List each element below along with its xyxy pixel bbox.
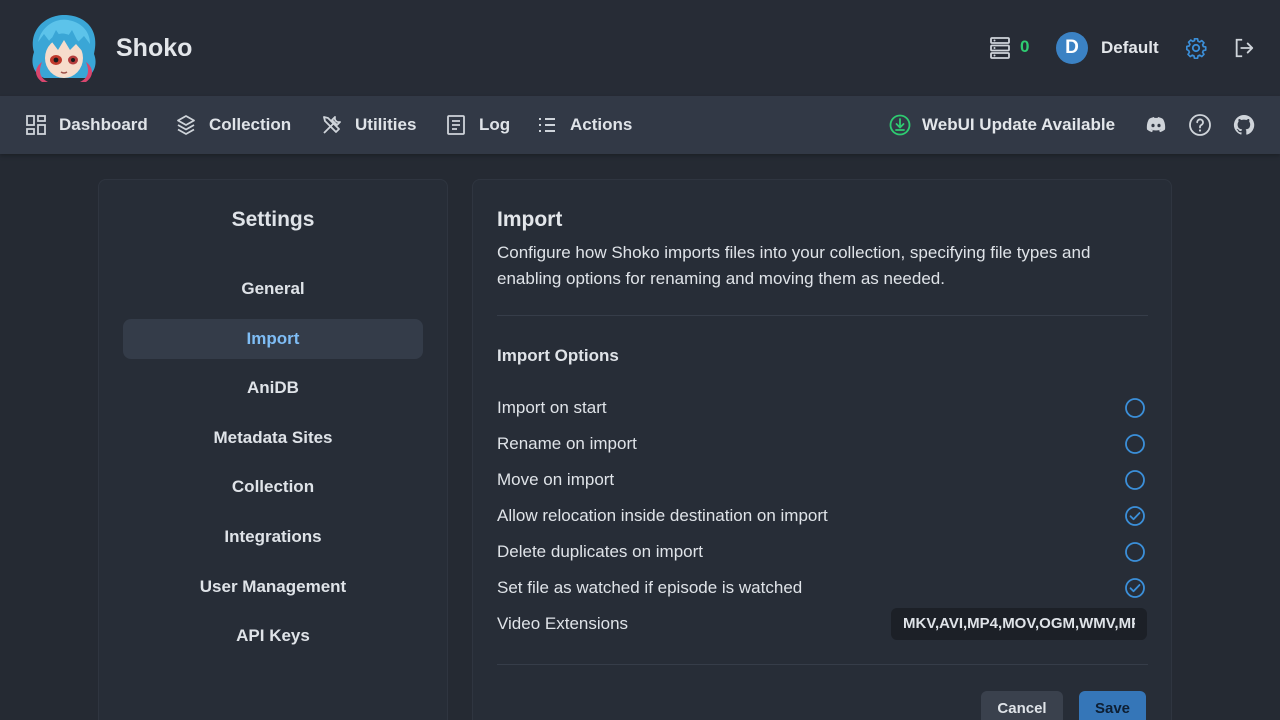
sidebar-title: Settings bbox=[231, 208, 315, 231]
dashboard-icon bbox=[26, 115, 46, 135]
settings-sidebar: Settings General Import AniDB Metadata S… bbox=[98, 179, 448, 720]
cancel-button[interactable]: Cancel bbox=[981, 691, 1063, 720]
sidebar-item-import[interactable]: Import bbox=[123, 319, 423, 359]
list-icon bbox=[539, 118, 555, 132]
nav-dashboard[interactable]: Dashboard bbox=[25, 96, 148, 154]
avatar[interactable]: D bbox=[1056, 32, 1088, 64]
shoko-logo[interactable] bbox=[24, 12, 104, 84]
option-label: Import on start bbox=[497, 398, 607, 417]
nav-label: Actions bbox=[570, 115, 633, 134]
logout-icon[interactable] bbox=[1233, 37, 1255, 59]
save-button[interactable]: Save bbox=[1079, 691, 1146, 720]
nav-collection[interactable]: Collection bbox=[175, 96, 291, 154]
section-title: Import Options bbox=[497, 346, 619, 365]
nav-label: Utilities bbox=[355, 115, 417, 134]
update-label: WebUI Update Available bbox=[922, 115, 1116, 134]
divider bbox=[497, 664, 1148, 665]
sidebar-item-anidb[interactable]: AniDB bbox=[123, 368, 423, 408]
discord-icon[interactable] bbox=[1144, 113, 1168, 137]
option-label: Rename on import bbox=[497, 434, 637, 453]
webui-update-link[interactable]: WebUI Update Available bbox=[889, 96, 1115, 154]
nav-label: Dashboard bbox=[59, 115, 148, 134]
nav-label: Log bbox=[479, 115, 511, 134]
nav-utilities[interactable]: Utilities bbox=[321, 96, 416, 154]
unchecked-circle-icon[interactable] bbox=[1124, 433, 1146, 455]
unchecked-circle-icon[interactable] bbox=[1124, 541, 1146, 563]
option-label: Move on import bbox=[497, 470, 615, 489]
layers-icon bbox=[177, 115, 195, 135]
main-nav: Dashboard Collection Utilities Log Actio… bbox=[0, 96, 1280, 154]
username[interactable]: Default bbox=[1101, 38, 1159, 58]
sidebar-item-collection[interactable]: Collection bbox=[123, 467, 423, 507]
import-settings-panel: Import Configure how Shoko imports files… bbox=[472, 179, 1172, 720]
page-title: Import bbox=[497, 208, 563, 231]
option-label: Delete duplicates on import bbox=[497, 542, 704, 561]
page-description: Configure how Shoko imports files into y… bbox=[497, 243, 1091, 288]
help-icon[interactable] bbox=[1188, 113, 1212, 137]
checked-circle-icon[interactable] bbox=[1124, 577, 1146, 599]
video-extensions-label: Video Extensions bbox=[497, 614, 629, 633]
github-icon[interactable] bbox=[1232, 113, 1256, 137]
gear-icon[interactable] bbox=[1185, 37, 1207, 59]
top-header: Shoko 0 D Default bbox=[0, 0, 1280, 96]
sidebar-item-api-keys[interactable]: API Keys bbox=[123, 616, 423, 656]
sidebar-item-general[interactable]: General bbox=[123, 269, 423, 309]
download-icon bbox=[889, 114, 911, 136]
tools-icon bbox=[323, 116, 341, 134]
divider bbox=[497, 315, 1148, 316]
video-extensions-input[interactable] bbox=[891, 608, 1147, 640]
document-icon bbox=[447, 115, 465, 135]
option-label: Allow relocation inside destination on i… bbox=[497, 506, 828, 525]
unchecked-circle-icon[interactable] bbox=[1124, 469, 1146, 491]
sidebar-item-integrations[interactable]: Integrations bbox=[123, 517, 423, 557]
sidebar-item-metadata-sites[interactable]: Metadata Sites bbox=[123, 418, 423, 458]
unchecked-circle-icon[interactable] bbox=[1124, 397, 1146, 419]
checked-circle-icon[interactable] bbox=[1124, 505, 1146, 527]
nav-log[interactable]: Log bbox=[445, 96, 510, 154]
queue-count[interactable]: 0 bbox=[1020, 37, 1029, 57]
nav-label: Collection bbox=[209, 115, 292, 134]
brand-name: Shoko bbox=[116, 34, 193, 62]
sidebar-item-user-management[interactable]: User Management bbox=[123, 567, 423, 607]
option-label: Set file as watched if episode is watche… bbox=[497, 578, 803, 597]
nav-actions[interactable]: Actions bbox=[536, 96, 632, 154]
server-queue-icon[interactable] bbox=[990, 37, 1010, 59]
